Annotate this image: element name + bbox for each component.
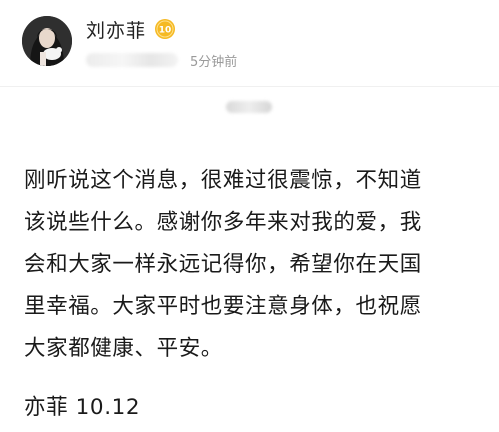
vip-level-badge-icon[interactable]: 10 [154,18,176,40]
blurred-tag [226,101,272,113]
user-name[interactable]: 刘亦菲 [86,16,146,43]
post-time: 5分钟前 [190,54,238,70]
post-line: 该说些什么。感谢你多年来对我的爱，我 [24,210,422,235]
post-line: 里幸福。大家平时也要注意身体，也祝愿 [24,294,422,319]
post-signature: 亦菲 10.12 [24,395,141,420]
avatar-photo-icon [22,16,72,66]
post-line: 会和大家一样永远记得你，希望你在天国 [24,252,422,277]
blurred-source [86,53,178,67]
post-line: 大家都健康、平安。 [24,336,223,361]
badge-level-text: 10 [159,26,172,36]
meta-row: 5分钟前 [86,50,237,70]
post-line: 刚听说这个消息，很难过很震惊，不知道 [24,168,422,193]
post-header: 刘亦菲 10 5分钟前 [22,14,482,74]
post-body: 刚听说这个消息，很难过很震惊，不知道 该说些什么。感谢你多年来对我的爱，我 会和… [24,160,479,370]
divider [0,86,499,87]
avatar[interactable] [22,16,72,66]
name-row: 刘亦菲 10 [86,16,176,42]
